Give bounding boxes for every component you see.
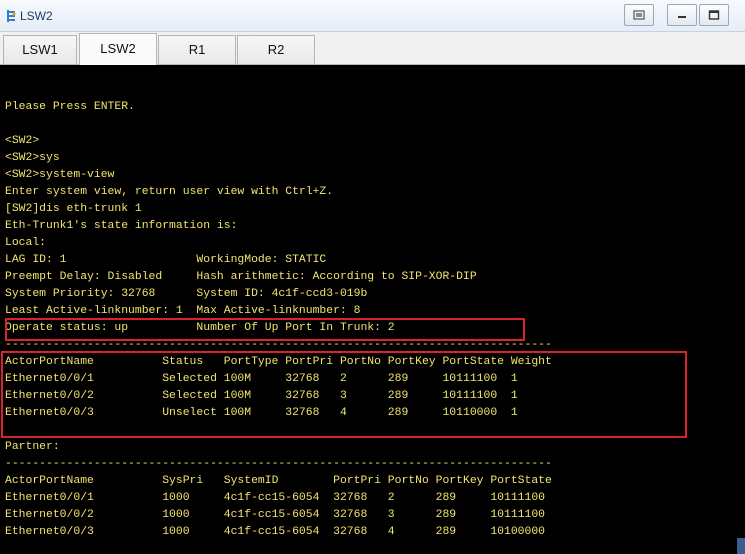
maximize-button[interactable]	[699, 4, 729, 26]
terminal-line: Ethernet0/0/1 1000 4c1f-cc15-6054 32768 …	[5, 492, 546, 504]
terminal-line: <SW2>system-view	[5, 169, 115, 181]
tab-r2[interactable]: R2	[237, 35, 315, 64]
window-title: LSW2	[20, 9, 53, 23]
actor-ports-highlight	[1, 351, 687, 438]
minimize-icon	[678, 16, 686, 18]
terminal-line: Partner:	[5, 441, 60, 453]
device-tab-bar: LSW1 LSW2 R1 R2	[0, 32, 745, 65]
terminal-line: ActorPortName SysPri SystemID PortPri Po…	[5, 475, 552, 487]
maximize-icon	[708, 10, 720, 20]
terminal-line: ----------------------------------------…	[5, 458, 552, 470]
terminal-line: Ethernet0/0/2 1000 4c1f-cc15-6054 32768 …	[5, 509, 546, 521]
restore-button[interactable]	[624, 4, 654, 26]
tab-r1[interactable]: R1	[158, 35, 236, 64]
terminal-line: <SW2>	[5, 135, 40, 147]
terminal-line: [SW2]dis eth-trunk 1	[5, 203, 142, 215]
terminal-line: System Priority: 32768 System ID: 4c1f-c…	[5, 288, 368, 300]
network-device-icon	[7, 10, 16, 22]
terminal-line: Preempt Delay: Disabled Hash arithmetic:…	[5, 271, 477, 283]
terminal-line: Please Press ENTER.	[5, 101, 135, 113]
terminal-line: <SW2>sys	[5, 152, 60, 164]
tab-lsw1[interactable]: LSW1	[3, 35, 77, 64]
terminal-console[interactable]: Please Press ENTER. <SW2> <SW2>sys <SW2>…	[0, 65, 745, 554]
terminal-line: Local:	[5, 237, 47, 249]
terminal-line: Least Active-linknumber: 1 Max Active-li…	[5, 305, 361, 317]
terminal-line: Enter system view, return user view with…	[5, 186, 334, 198]
tab-lsw2[interactable]: LSW2	[79, 33, 157, 65]
minimize-button[interactable]	[667, 4, 697, 26]
operate-status-highlight	[5, 318, 525, 341]
scrollbar-corner	[737, 538, 745, 554]
terminal-line: Ethernet0/0/3 1000 4c1f-cc15-6054 32768 …	[5, 526, 546, 538]
terminal-line: LAG ID: 1 WorkingMode: STATIC	[5, 254, 327, 266]
restore-icon	[633, 10, 645, 20]
window-titlebar: LSW2	[0, 0, 745, 32]
terminal-line: Eth-Trunk1's state information is:	[5, 220, 238, 232]
